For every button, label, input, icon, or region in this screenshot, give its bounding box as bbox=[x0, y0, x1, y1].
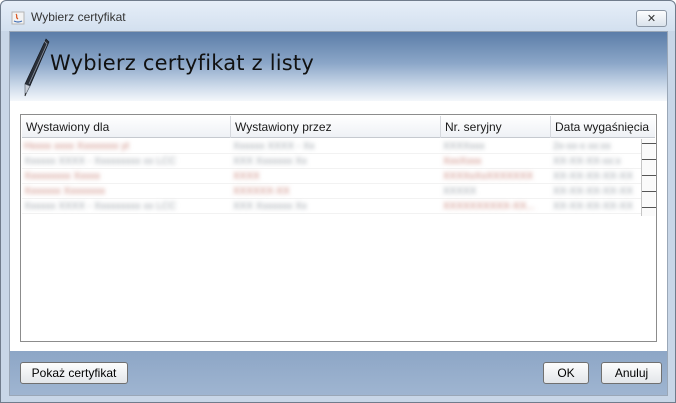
cell-issued-to: Hxxxx xxxx Xxxxxxxx yt bbox=[24, 141, 130, 152]
column-header-serial[interactable]: Nr. seryjny bbox=[441, 116, 551, 138]
cell-expiry: XX-XX-XX-XX-XX bbox=[553, 201, 634, 212]
cell-expiry: XX-XX-XX-XX-XX bbox=[553, 186, 634, 197]
row-divider bbox=[642, 175, 656, 176]
row-divider bbox=[642, 191, 656, 192]
cell-expiry: XX-XX-XX-xx:x bbox=[553, 156, 621, 167]
page-title: Wybierz certyfikat z listy bbox=[50, 51, 314, 75]
table-header: Wystawiony dla Wystawiony przez Nr. sery… bbox=[22, 116, 655, 138]
table-row[interactable]: Xxxxxxx Xxxxxxxx XXXXXX-XX XXXXX XX-XX-X… bbox=[22, 184, 655, 199]
table-row[interactable]: Xxxxxxxxx Xxxxx XXXX XXXXxXxXXXXXXX XX-X… bbox=[22, 169, 655, 184]
cell-serial: XXXXxXxXXXXXXX bbox=[443, 171, 534, 182]
cell-serial: XxxXxxx bbox=[443, 156, 482, 167]
pen-icon bbox=[24, 38, 50, 97]
dialog-header: Wybierz certyfikat z listy bbox=[10, 32, 667, 101]
row-divider bbox=[642, 207, 656, 208]
cell-serial: XXXXxxx bbox=[443, 141, 485, 152]
row-divider bbox=[642, 159, 656, 160]
cell-issued-by: XXX Xxxxxxx Xx bbox=[233, 201, 307, 212]
table-row[interactable]: Xxxxxx XXXX - Xxxxxxxxx xx LCC XXX Xxxxx… bbox=[22, 154, 655, 169]
cell-issued-to: Xxxxxx XXXX - Xxxxxxxxx xx LCC bbox=[24, 156, 177, 167]
dialog-client: Wybierz certyfikat z listy Wystawiony dl… bbox=[9, 31, 668, 396]
show-certificate-button[interactable]: Pokaż certyfikat bbox=[20, 362, 128, 384]
cell-issued-by: XXX Xxxxxxx Xx bbox=[233, 156, 307, 167]
close-icon: ✕ bbox=[646, 12, 657, 25]
button-bar: Pokaż certyfikat OK Anuluj bbox=[10, 351, 667, 395]
column-header-issued-to[interactable]: Wystawiony dla bbox=[22, 116, 231, 138]
table-row[interactable]: Xxxxxx XXXX - Xxxxxxxxx xx LCC XXX Xxxxx… bbox=[22, 199, 655, 214]
ok-button[interactable]: OK bbox=[543, 362, 589, 384]
dialog-window: Wybierz certyfikat ✕ Wybierz certyfikat … bbox=[0, 0, 676, 403]
cancel-button[interactable]: Anuluj bbox=[601, 362, 662, 384]
cell-issued-by: XXXXXX-XX bbox=[233, 186, 290, 197]
cell-issued-to: Xxxxxxx Xxxxxxxx bbox=[24, 186, 106, 197]
close-button[interactable]: ✕ bbox=[636, 10, 667, 27]
cell-serial: XXXXX bbox=[443, 186, 477, 197]
title-bar[interactable]: Wybierz certyfikat ✕ bbox=[1, 1, 675, 31]
table-row[interactable]: Hxxxx xxxx Xxxxxxxx yt Xxxxxx XXXX - Xx … bbox=[22, 139, 655, 154]
cell-serial: XXXXXXXXXX-XX... bbox=[443, 201, 535, 212]
cell-issued-to: Xxxxxx XXXX - Xxxxxxxxx xx LCC bbox=[24, 201, 177, 212]
table-body: Hxxxx xxxx Xxxxxxxx yt Xxxxxx XXXX - Xx … bbox=[22, 139, 655, 214]
column-header-expiry[interactable]: Data wygaśnięcia bbox=[551, 116, 655, 138]
window-title: Wybierz certyfikat bbox=[31, 10, 126, 24]
certificate-table[interactable]: Wystawiony dla Wystawiony przez Nr. sery… bbox=[20, 114, 657, 342]
cell-issued-by: XXXX bbox=[233, 171, 260, 182]
content-area: Wystawiony dla Wystawiony przez Nr. sery… bbox=[10, 101, 667, 351]
column-header-issued-by[interactable]: Wystawiony przez bbox=[231, 116, 441, 138]
row-scroll-edge bbox=[641, 139, 656, 216]
cell-issued-by: Xxxxxx XXXX - Xx bbox=[233, 141, 315, 152]
cell-expiry: 2x-xx-x xx:xx bbox=[553, 141, 611, 152]
java-icon bbox=[11, 11, 25, 25]
cell-expiry: XX-XX-XX-XX-XX bbox=[553, 171, 634, 182]
row-divider bbox=[642, 143, 656, 144]
cell-issued-to: Xxxxxxxxx Xxxxx bbox=[24, 171, 101, 182]
